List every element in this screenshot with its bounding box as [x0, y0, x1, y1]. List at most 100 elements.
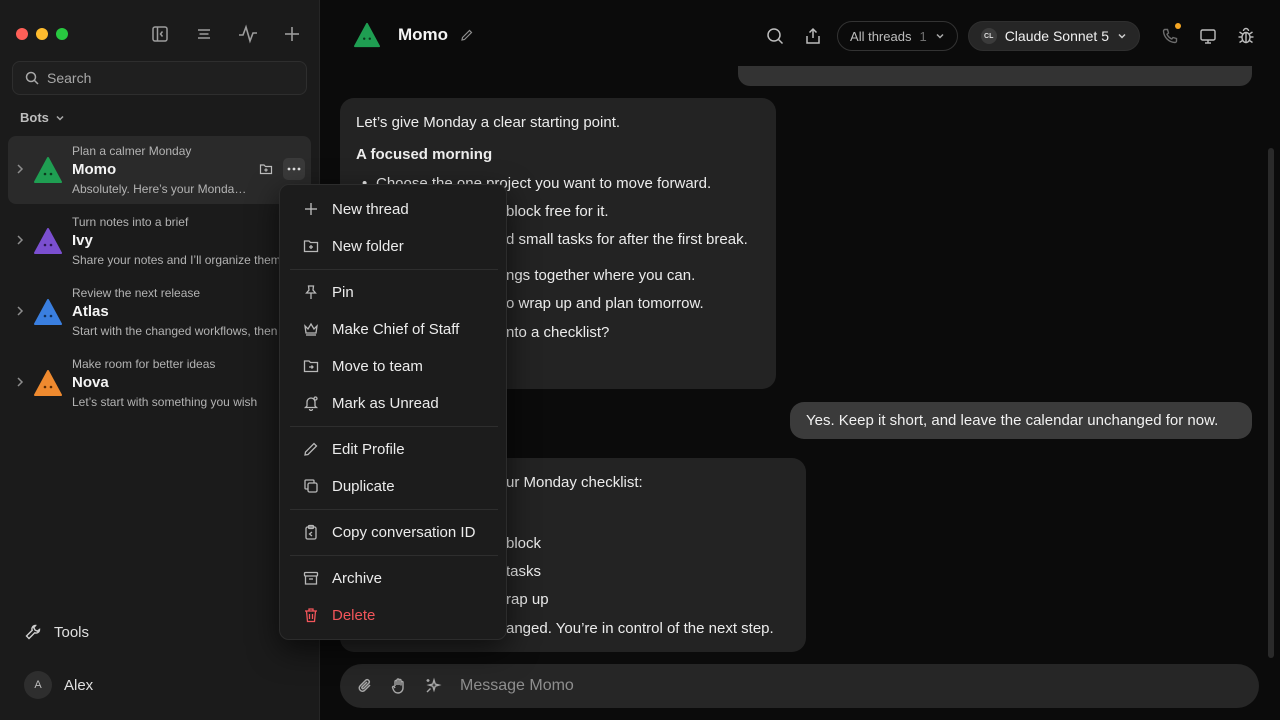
menu-item-label: Edit Profile — [332, 440, 405, 458]
message-heading: A focused morning — [356, 146, 493, 163]
pencil-icon — [302, 440, 320, 458]
paperclip-icon[interactable] — [354, 675, 376, 697]
bot-item-atlas[interactable]: Review the next release Atlas Start with… — [8, 278, 311, 346]
chat-title-text: Momo — [398, 25, 449, 44]
momo-avatar-icon — [354, 22, 380, 48]
bot-subtitle: Make room for better ideas — [72, 357, 216, 371]
chevron-right-icon[interactable] — [16, 164, 24, 174]
chevron-right-icon[interactable] — [16, 235, 24, 245]
sparkle-icon[interactable] — [422, 675, 444, 697]
model-selector[interactable]: CL Claude Sonnet 5 — [967, 21, 1140, 51]
model-label: Claude Sonnet 5 — [1004, 28, 1109, 44]
menu-item-label: New thread — [332, 200, 409, 218]
avatar: A — [24, 671, 52, 699]
momo-avatar-icon — [34, 157, 62, 183]
close-window-button[interactable] — [16, 28, 28, 40]
user-profile-button[interactable]: A Alex — [24, 671, 93, 699]
bot-preview: Start with the changed workflows, then — [72, 324, 278, 338]
user-message: Yes. Keep it short, and leave the calend… — [790, 402, 1252, 439]
add-icon[interactable] — [270, 22, 314, 46]
crown-icon — [302, 320, 320, 338]
clipboard-icon — [302, 523, 320, 541]
menu-item-label: Mark as Unread — [332, 394, 439, 412]
menu-divider — [290, 555, 498, 556]
bot-subtitle: Plan a calmer Monday — [72, 144, 192, 158]
folder-move-icon — [302, 357, 320, 375]
chevron-right-icon[interactable] — [16, 377, 24, 387]
menu-item-edit-profile[interactable]: Edit Profile — [288, 432, 498, 466]
search-placeholder: Search — [47, 70, 92, 86]
message-text: Let’s give Monday a clear starting point… — [356, 114, 621, 131]
tools-button[interactable]: Tools — [24, 623, 89, 641]
bot-item-ivy[interactable]: Turn notes into a brief Ivy Share your n… — [8, 207, 311, 275]
more-options-button[interactable] — [283, 158, 305, 180]
model-badge: CL — [980, 28, 997, 44]
menu-item-archive[interactable]: Archive — [288, 561, 498, 595]
bot-preview: Absolutely. Here’s your Monday plan — [72, 182, 252, 196]
bots-section-toggle[interactable]: Bots — [20, 110, 65, 125]
chevron-right-icon[interactable] — [16, 306, 24, 316]
scrollbar[interactable] — [1268, 148, 1274, 658]
hand-icon[interactable] — [388, 675, 410, 697]
monitor-icon[interactable] — [1194, 22, 1222, 50]
share-icon[interactable] — [799, 22, 827, 50]
chevron-down-icon — [1118, 33, 1126, 39]
minimize-window-button[interactable] — [36, 28, 48, 40]
context-menu: New thread New folder Pin Make Chief of … — [279, 184, 507, 640]
activity-icon[interactable] — [226, 22, 270, 46]
menu-item-label: Copy conversation ID — [332, 523, 476, 541]
folder-plus-icon[interactable] — [255, 158, 277, 180]
bot-preview: Share your notes and I’ll organize them — [72, 253, 281, 267]
search-input[interactable]: Search — [12, 61, 307, 95]
tools-label: Tools — [54, 623, 90, 641]
menu-item-label: Move to team — [332, 357, 423, 375]
message-input[interactable] — [460, 677, 1259, 695]
bot-name: Momo — [72, 161, 117, 178]
chat-title: Momo — [354, 22, 474, 48]
threads-dropdown[interactable]: All threads 1 — [837, 21, 958, 51]
window-controls — [16, 28, 68, 40]
menu-item-delete[interactable]: Delete — [288, 598, 498, 632]
menu-item-make-chief-of-staff[interactable]: Make Chief of Staff — [288, 312, 498, 346]
menu-item-new-thread[interactable]: New thread — [288, 192, 498, 226]
bot-name: Ivy — [72, 232, 93, 249]
menu-item-move-to-team[interactable]: Move to team — [288, 349, 498, 383]
threads-label: All threads — [850, 28, 912, 44]
atlas-avatar-icon — [34, 299, 62, 325]
sidebar: Search Bots Plan a calmer Monday Momo Ab… — [0, 0, 320, 720]
bot-item-nova[interactable]: Make room for better ideas Nova Let’s st… — [8, 349, 311, 417]
bot-name: Atlas — [72, 303, 109, 320]
menu-item-mark-as-unread[interactable]: Mark as Unread — [288, 386, 498, 420]
threads-count: 1 — [919, 28, 927, 44]
bot-item-momo[interactable]: Plan a calmer Monday Momo Absolutely. He… — [8, 136, 311, 204]
bug-icon[interactable] — [1232, 22, 1260, 50]
toggle-sidebar-icon[interactable] — [138, 22, 182, 46]
edit-title-icon[interactable] — [460, 28, 474, 42]
user-name: Alex — [64, 676, 94, 694]
composer — [340, 664, 1259, 708]
menu-item-label: New folder — [332, 237, 404, 255]
bot-actions — [255, 158, 305, 180]
wrench-icon — [25, 624, 41, 640]
menu-divider — [290, 426, 498, 427]
list-icon[interactable] — [182, 22, 226, 46]
plus-icon — [302, 200, 320, 218]
previous-message-bubble — [738, 66, 1252, 86]
menu-item-pin[interactable]: Pin — [288, 275, 498, 309]
menu-item-copy-conversation-id[interactable]: Copy conversation ID — [288, 515, 498, 549]
chevron-down-icon — [56, 115, 64, 121]
search-icon[interactable] — [761, 22, 789, 50]
maximize-window-button[interactable] — [56, 28, 68, 40]
pin-icon — [302, 283, 320, 301]
menu-item-new-folder[interactable]: New folder — [288, 229, 498, 263]
menu-item-label: Delete — [332, 606, 376, 624]
section-label: Bots — [20, 110, 49, 125]
bot-subtitle: Review the next release — [72, 286, 201, 300]
chevron-down-icon — [936, 33, 944, 39]
search-icon — [25, 71, 39, 85]
bot-preview: Let’s start with something you wish — [72, 395, 258, 409]
folder-plus-icon — [302, 237, 320, 255]
trash-icon — [302, 606, 320, 624]
phone-icon[interactable] — [1156, 22, 1184, 50]
menu-item-duplicate[interactable]: Duplicate — [288, 469, 498, 503]
